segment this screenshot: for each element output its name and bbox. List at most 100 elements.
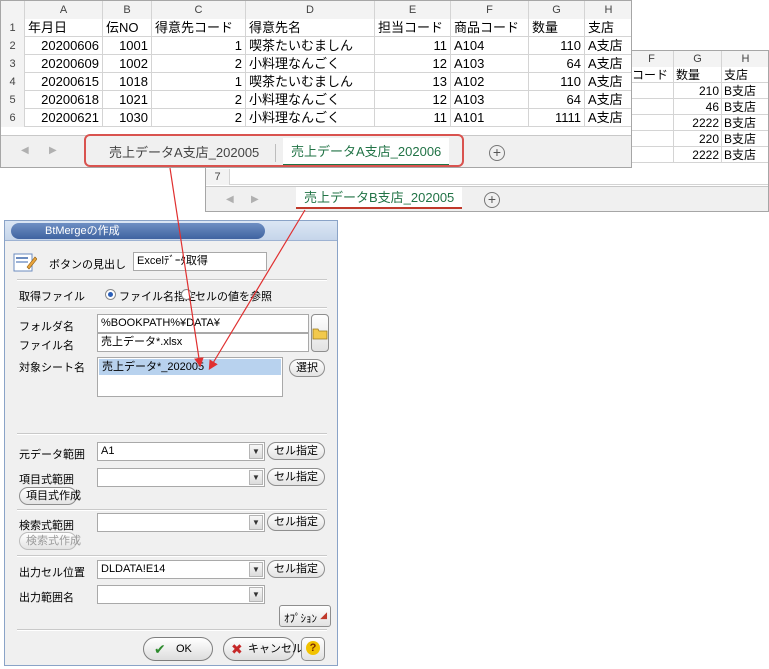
- item-cell-spec-button[interactable]: セル指定: [267, 468, 325, 486]
- cell[interactable]: 1: [152, 37, 246, 55]
- cell[interactable]: 数量: [529, 19, 585, 37]
- cell[interactable]: 小料理なんごく: [246, 55, 375, 73]
- cell[interactable]: 1018: [103, 73, 152, 91]
- column-header[interactable]: E: [375, 1, 451, 19]
- cell[interactable]: 110: [529, 37, 585, 55]
- folder-browse-button[interactable]: [311, 314, 329, 352]
- cell[interactable]: 20200609: [25, 55, 103, 73]
- cell[interactable]: 支店: [585, 19, 631, 37]
- column-header[interactable]: A: [25, 1, 103, 19]
- cell[interactable]: 1002: [103, 55, 152, 73]
- cell[interactable]: 1030: [103, 109, 152, 127]
- cell[interactable]: 11: [375, 37, 451, 55]
- column-header[interactable]: H: [585, 1, 631, 19]
- row-header[interactable]: 7: [206, 169, 230, 185]
- row-header[interactable]: 2: [1, 37, 25, 55]
- search-range-combo[interactable]: ▼: [97, 513, 265, 532]
- cell[interactable]: B支店: [722, 131, 768, 147]
- filename-radio[interactable]: [105, 289, 116, 300]
- column-header[interactable]: C: [152, 1, 246, 19]
- cell[interactable]: 2: [152, 91, 246, 109]
- column-header[interactable]: B: [103, 1, 152, 19]
- scroll-right-icon[interactable]: ▶: [49, 145, 57, 156]
- cell[interactable]: 64: [529, 55, 585, 73]
- source-cell-spec-button[interactable]: セル指定: [267, 442, 325, 460]
- cell[interactable]: [630, 115, 674, 131]
- caption-input[interactable]: Excelﾃﾞｰﾀ取得: [133, 252, 267, 271]
- column-header[interactable]: G: [529, 1, 585, 19]
- file-input[interactable]: 売上データ*.xlsx: [97, 333, 309, 352]
- cancel-button[interactable]: ✖ キャンセル: [223, 637, 303, 661]
- row-header[interactable]: 1: [1, 19, 25, 37]
- cell[interactable]: 小料理なんごく: [246, 109, 375, 127]
- column-header[interactable]: F: [630, 51, 674, 67]
- sheet-tab-b-202005[interactable]: 売上データB支店_202005: [296, 187, 463, 209]
- cell[interactable]: 支店: [722, 67, 768, 83]
- cell[interactable]: 得意先コード: [152, 19, 246, 37]
- cell[interactable]: A支店: [585, 109, 631, 127]
- cell[interactable]: 20200615: [25, 73, 103, 91]
- cell[interactable]: 年月日: [25, 19, 103, 37]
- cell[interactable]: A101: [451, 109, 529, 127]
- output-cell-combo[interactable]: DLDATA!E14 ▼: [97, 560, 265, 579]
- cell[interactable]: [630, 83, 674, 99]
- cell[interactable]: A103: [451, 55, 529, 73]
- cell[interactable]: [630, 147, 674, 163]
- cell[interactable]: 1111: [529, 109, 585, 127]
- cell[interactable]: 20200618: [25, 91, 103, 109]
- cell[interactable]: A102: [451, 73, 529, 91]
- add-sheet-icon[interactable]: +: [484, 192, 500, 208]
- cell[interactable]: B支店: [722, 115, 768, 131]
- cell[interactable]: B支店: [722, 147, 768, 163]
- cell-value-radio[interactable]: [181, 289, 192, 300]
- cell[interactable]: コード: [630, 67, 674, 83]
- target-sheet-list[interactable]: 売上データ*_202005: [97, 357, 283, 397]
- dropdown-arrow-icon[interactable]: ▼: [249, 562, 263, 577]
- select-sheet-button[interactable]: 選択: [289, 359, 325, 377]
- cell[interactable]: 2222: [674, 115, 722, 131]
- cell[interactable]: 20200606: [25, 37, 103, 55]
- dropdown-arrow-icon[interactable]: ▼: [249, 587, 263, 602]
- cell[interactable]: 12: [375, 91, 451, 109]
- cell[interactable]: 1021: [103, 91, 152, 109]
- cell[interactable]: 小料理なんごく: [246, 91, 375, 109]
- cell[interactable]: 13: [375, 73, 451, 91]
- select-all-corner[interactable]: [1, 1, 25, 19]
- scroll-left-icon[interactable]: ◀: [226, 194, 234, 205]
- add-sheet-icon[interactable]: +: [489, 145, 505, 161]
- dropdown-arrow-icon[interactable]: ▼: [249, 444, 263, 459]
- row-header[interactable]: 4: [1, 73, 25, 91]
- cell[interactable]: 110: [529, 73, 585, 91]
- cell[interactable]: 64: [529, 91, 585, 109]
- ok-button[interactable]: ✔ OK: [143, 637, 213, 661]
- row-header[interactable]: 3: [1, 55, 25, 73]
- scroll-left-icon[interactable]: ◀: [21, 145, 29, 156]
- cell[interactable]: 喫茶たいむましん: [246, 37, 375, 55]
- cell[interactable]: [630, 131, 674, 147]
- cell[interactable]: 喫茶たいむましん: [246, 73, 375, 91]
- cell[interactable]: A支店: [585, 37, 631, 55]
- output-name-combo[interactable]: ▼: [97, 585, 265, 604]
- folder-input[interactable]: %BOOKPATH%¥DATA¥: [97, 314, 309, 333]
- cell[interactable]: 伝NO: [103, 19, 152, 37]
- cell[interactable]: A支店: [585, 73, 631, 91]
- column-header[interactable]: H: [722, 51, 768, 67]
- cell[interactable]: [630, 99, 674, 115]
- cell[interactable]: A104: [451, 37, 529, 55]
- cell[interactable]: 担当コード: [375, 19, 451, 37]
- output-cell-spec-button[interactable]: セル指定: [267, 560, 325, 578]
- cell[interactable]: 1: [152, 73, 246, 91]
- cell[interactable]: A103: [451, 91, 529, 109]
- item-create-button[interactable]: 項目式作成: [19, 487, 81, 505]
- dropdown-arrow-icon[interactable]: ▼: [249, 470, 263, 485]
- search-cell-spec-button[interactable]: セル指定: [267, 513, 325, 531]
- scroll-right-icon[interactable]: ▶: [251, 194, 259, 205]
- cell[interactable]: 20200621: [25, 109, 103, 127]
- dropdown-arrow-icon[interactable]: ▼: [249, 515, 263, 530]
- row-header[interactable]: 6: [1, 109, 25, 127]
- column-header[interactable]: D: [246, 1, 375, 19]
- cell[interactable]: 数量: [674, 67, 722, 83]
- option-button[interactable]: ｵﾌﾟｼｮﾝ ◢: [279, 605, 331, 627]
- cell[interactable]: 12: [375, 55, 451, 73]
- cell[interactable]: 46: [674, 99, 722, 115]
